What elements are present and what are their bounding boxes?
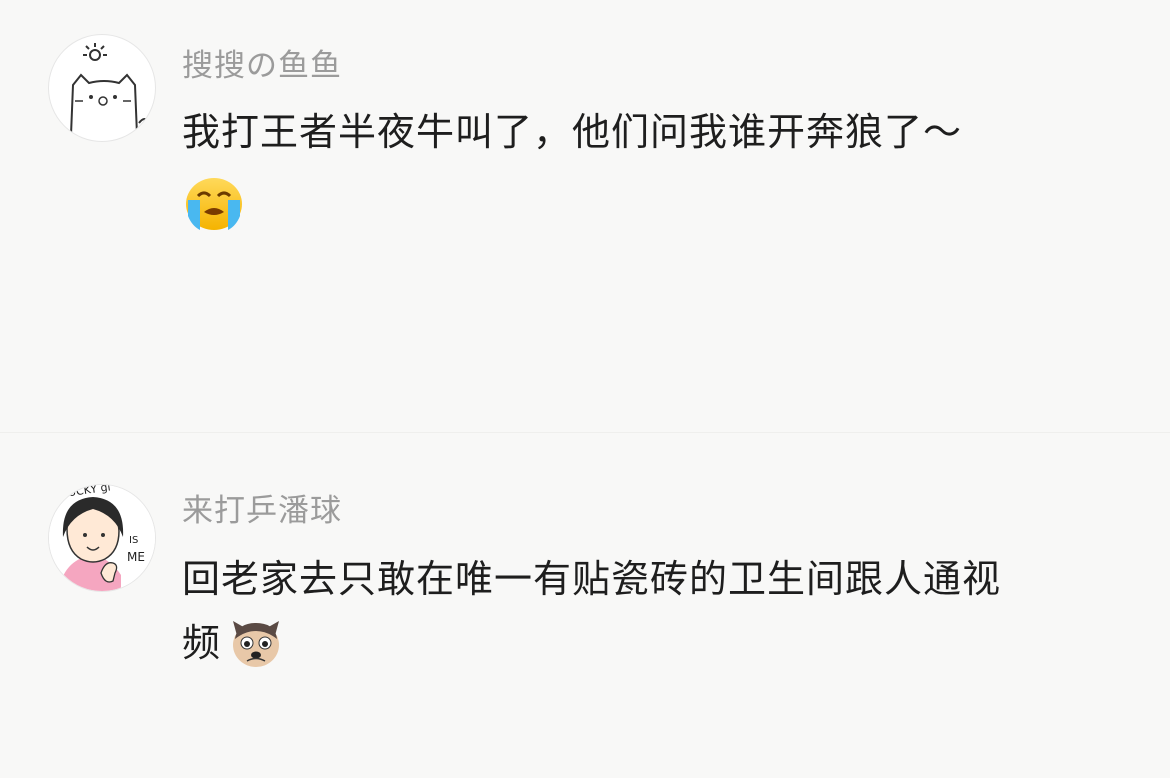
svg-text:ME: ME [127, 550, 145, 564]
username[interactable]: 搜搜の鱼鱼 [182, 40, 342, 85]
lucky-girl-avatar-icon: LUCKY gi IS ME [49, 485, 155, 591]
avatar[interactable] [48, 34, 156, 142]
comment-item: LUCKY gi IS ME 来打乒潘球 回老家去只敢在唯一有贴瓷砖的卫生间跟人… [0, 432, 1170, 778]
comment-text-line: 频 [182, 621, 222, 665]
comment-item: 搜搜の鱼鱼 我打王者半夜牛叫了，他们问我谁开奔狼了～ [0, 0, 1170, 432]
comment-text: 我打王者半夜牛叫了，他们问我谁开奔狼了～ [182, 110, 963, 154]
avatar[interactable]: LUCKY gi IS ME [48, 484, 156, 592]
comment-text: 回老家去只敢在唯一有贴瓷砖的卫生间跟人通视 频 [182, 547, 1122, 677]
puppy-face-icon [225, 611, 287, 673]
svg-text:IS: IS [129, 535, 138, 546]
cat-doodle-icon [70, 43, 150, 136]
username[interactable]: 来打乒潘球 [182, 485, 342, 530]
loudly-crying-face-icon [184, 176, 244, 232]
comment-text-line: 回老家去只敢在唯一有贴瓷砖的卫生间跟人通视 [182, 557, 1002, 601]
